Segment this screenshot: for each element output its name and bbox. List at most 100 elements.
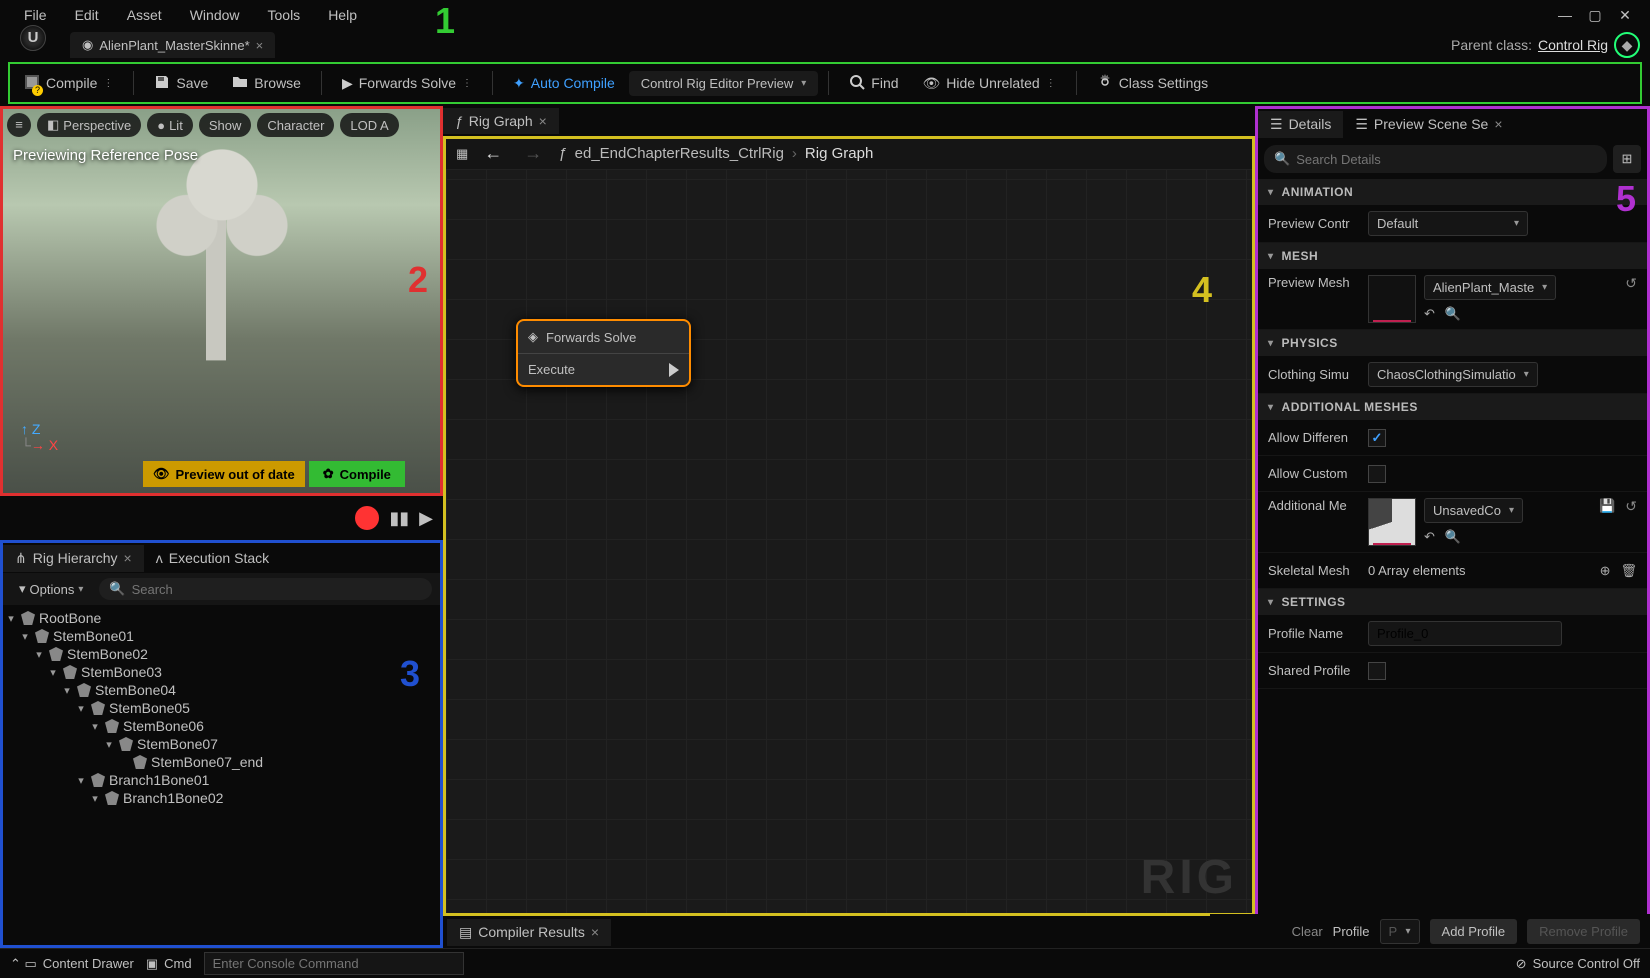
menu-help[interactable]: Help	[314, 1, 371, 29]
document-tab[interactable]: ◉ AlienPlant_MasterSkinne* ×	[70, 32, 275, 58]
cmd-button[interactable]: ▣ Cmd	[146, 956, 192, 972]
profile-select-dropdown[interactable]: P▾	[1380, 919, 1420, 944]
additional-mesh-thumbnail[interactable]	[1368, 498, 1416, 546]
panel-icon[interactable]: ▦	[456, 146, 468, 162]
hierarchy-search[interactable]: 🔍	[99, 578, 432, 600]
category-mesh[interactable]: ▾MESH	[1258, 243, 1647, 269]
details-search-input[interactable]	[1296, 152, 1597, 167]
tree-item[interactable]: Branch1Bone01	[109, 772, 209, 788]
window-close-button[interactable]: ✕	[1610, 7, 1640, 24]
clear-array-icon[interactable]: 🗑	[1620, 563, 1637, 579]
add-element-icon[interactable]: ⊕	[1600, 563, 1611, 579]
forwards-solve-button[interactable]: ▶ Forwards Solve ⋮	[332, 69, 482, 98]
step-button[interactable]: ▶	[419, 508, 433, 529]
browse-icon[interactable]: 🔍	[1445, 529, 1461, 545]
viewport-menu-button[interactable]: ≡	[7, 113, 31, 137]
menu-asset[interactable]: Asset	[113, 1, 176, 29]
auto-compile-button[interactable]: ✦ Auto Compile	[503, 69, 625, 98]
category-physics[interactable]: ▾PHYSICS	[1258, 330, 1647, 356]
class-settings-button[interactable]: Class Settings	[1087, 68, 1218, 99]
category-additional-meshes[interactable]: ▾ADDITIONAL MESHES	[1258, 394, 1647, 420]
menu-tools[interactable]: Tools	[254, 1, 315, 29]
use-selected-icon[interactable]: ↶	[1424, 529, 1435, 545]
tab-execution-stack[interactable]: ᴧ Execution Stack	[144, 545, 281, 571]
tab-details[interactable]: ☰ Details	[1258, 111, 1343, 138]
tree-item[interactable]: StemBone07	[137, 736, 218, 752]
tree-item[interactable]: StemBone07_end	[151, 754, 263, 770]
tree-item[interactable]: Branch1Bone02	[123, 790, 223, 806]
allow-different-checkbox[interactable]	[1368, 429, 1386, 447]
hierarchy-search-input[interactable]	[132, 582, 422, 597]
add-profile-button[interactable]: Add Profile	[1430, 919, 1518, 944]
category-settings[interactable]: ▾SETTINGS	[1258, 589, 1647, 615]
viewport-compile-button[interactable]: ✿ Compile	[309, 461, 405, 487]
content-drawer-button[interactable]: ⌃ ▭ Content Drawer	[10, 956, 134, 972]
details-search[interactable]: 🔍	[1264, 145, 1607, 173]
tree-item[interactable]: StemBone04	[95, 682, 176, 698]
clothing-sim-dropdown[interactable]: ChaosClothingSimulatio▾	[1368, 362, 1538, 387]
options-button[interactable]: ▾ Options ▾	[11, 577, 91, 601]
breadcrumb-item[interactable]: Rig Graph	[805, 145, 873, 162]
exec-out-pin[interactable]	[669, 363, 679, 377]
breadcrumb-item[interactable]: ed_EndChapterResults_CtrlRig	[575, 145, 784, 162]
viewport-show-button[interactable]: Show	[199, 113, 252, 137]
tab-rig-graph[interactable]: ƒ Rig Graph ×	[443, 108, 559, 134]
menu-edit[interactable]: Edit	[61, 1, 113, 29]
preview-mesh-dropdown[interactable]: AlienPlant_Maste▾	[1424, 275, 1556, 300]
reset-icon[interactable]: ↺	[1625, 498, 1637, 515]
remove-profile-button[interactable]: Remove Profile	[1527, 919, 1640, 944]
record-button[interactable]	[355, 506, 379, 530]
close-icon[interactable]: ×	[539, 113, 547, 129]
nav-back-button[interactable]: ←	[478, 141, 508, 166]
console-input[interactable]	[204, 952, 464, 975]
tree-item[interactable]: StemBone05	[109, 700, 190, 716]
save-button[interactable]: Save	[144, 68, 218, 99]
category-animation[interactable]: ▾ANIMATION	[1258, 179, 1647, 205]
additional-mesh-dropdown[interactable]: UnsavedCo▾	[1424, 498, 1523, 523]
reset-icon[interactable]: ↺	[1625, 275, 1637, 292]
nav-forward-button[interactable]: →	[518, 141, 548, 166]
preview-controller-dropdown[interactable]: Default▾	[1368, 211, 1528, 236]
close-icon[interactable]: ×	[1494, 116, 1502, 132]
parent-class-link[interactable]: Control Rig	[1538, 37, 1608, 53]
menu-window[interactable]: Window	[176, 1, 254, 29]
viewport-perspective-button[interactable]: ◧ Perspective	[37, 113, 141, 137]
close-icon[interactable]: ×	[256, 38, 264, 53]
profile-name-input[interactable]	[1368, 621, 1562, 646]
graph-canvas[interactable]: ▦ ← → ƒ ed_EndChapterResults_CtrlRig › R…	[443, 136, 1255, 916]
compile-button[interactable]: ? Compile ⋮	[14, 68, 123, 99]
tab-preview-scene[interactable]: ☰ Preview Scene Se ×	[1343, 111, 1514, 138]
clear-button[interactable]: Clear	[1292, 924, 1323, 939]
viewport-lit-button[interactable]: ● Lit	[147, 113, 193, 137]
hide-unrelated-button[interactable]: 👁 Hide Unrelated ⋮	[913, 69, 1066, 98]
browse-button[interactable]: Browse	[222, 68, 311, 99]
window-restore-button[interactable]: ▢	[1580, 7, 1610, 24]
shared-profile-checkbox[interactable]	[1368, 662, 1386, 680]
source-control-button[interactable]: ⊘ Source Control Off	[1516, 956, 1640, 972]
details-grid-button[interactable]: ⊞	[1613, 145, 1641, 173]
find-button[interactable]: Find	[839, 68, 908, 99]
close-icon[interactable]: ×	[124, 550, 132, 566]
window-minimize-button[interactable]: —	[1550, 7, 1580, 23]
chevron-down-icon[interactable]: ⋮	[103, 78, 113, 89]
allow-custom-checkbox[interactable]	[1368, 465, 1386, 483]
preview-mode-dropdown[interactable]: Control Rig Editor Preview ▾	[629, 71, 818, 96]
viewport-character-button[interactable]: Character	[257, 113, 334, 137]
save-icon[interactable]: 💾	[1599, 498, 1615, 514]
chevron-down-icon[interactable]: ⋮	[462, 78, 472, 89]
bone-tree[interactable]: ▾RootBone ▾StemBone01 ▾StemBone02 ▾StemB…	[3, 605, 440, 945]
tree-item[interactable]: StemBone02	[67, 646, 148, 662]
close-icon[interactable]: ×	[591, 924, 599, 940]
tree-item[interactable]: StemBone03	[81, 664, 162, 680]
tab-rig-hierarchy[interactable]: ⋔ Rig Hierarchy ×	[3, 545, 144, 572]
tree-item[interactable]: RootBone	[39, 610, 101, 626]
viewport-lod-button[interactable]: LOD A	[340, 113, 398, 137]
viewport-3d[interactable]	[3, 109, 440, 493]
browse-icon[interactable]: 🔍	[1445, 306, 1461, 322]
class-badge-icon[interactable]: ◆	[1614, 32, 1640, 58]
preview-mesh-thumbnail[interactable]	[1368, 275, 1416, 323]
tab-compiler-results[interactable]: ▤ Compiler Results ×	[447, 919, 611, 946]
chevron-down-icon[interactable]: ⋮	[1046, 78, 1056, 89]
use-selected-icon[interactable]: ↶	[1424, 306, 1435, 322]
pause-button[interactable]: ▮▮	[389, 508, 409, 529]
